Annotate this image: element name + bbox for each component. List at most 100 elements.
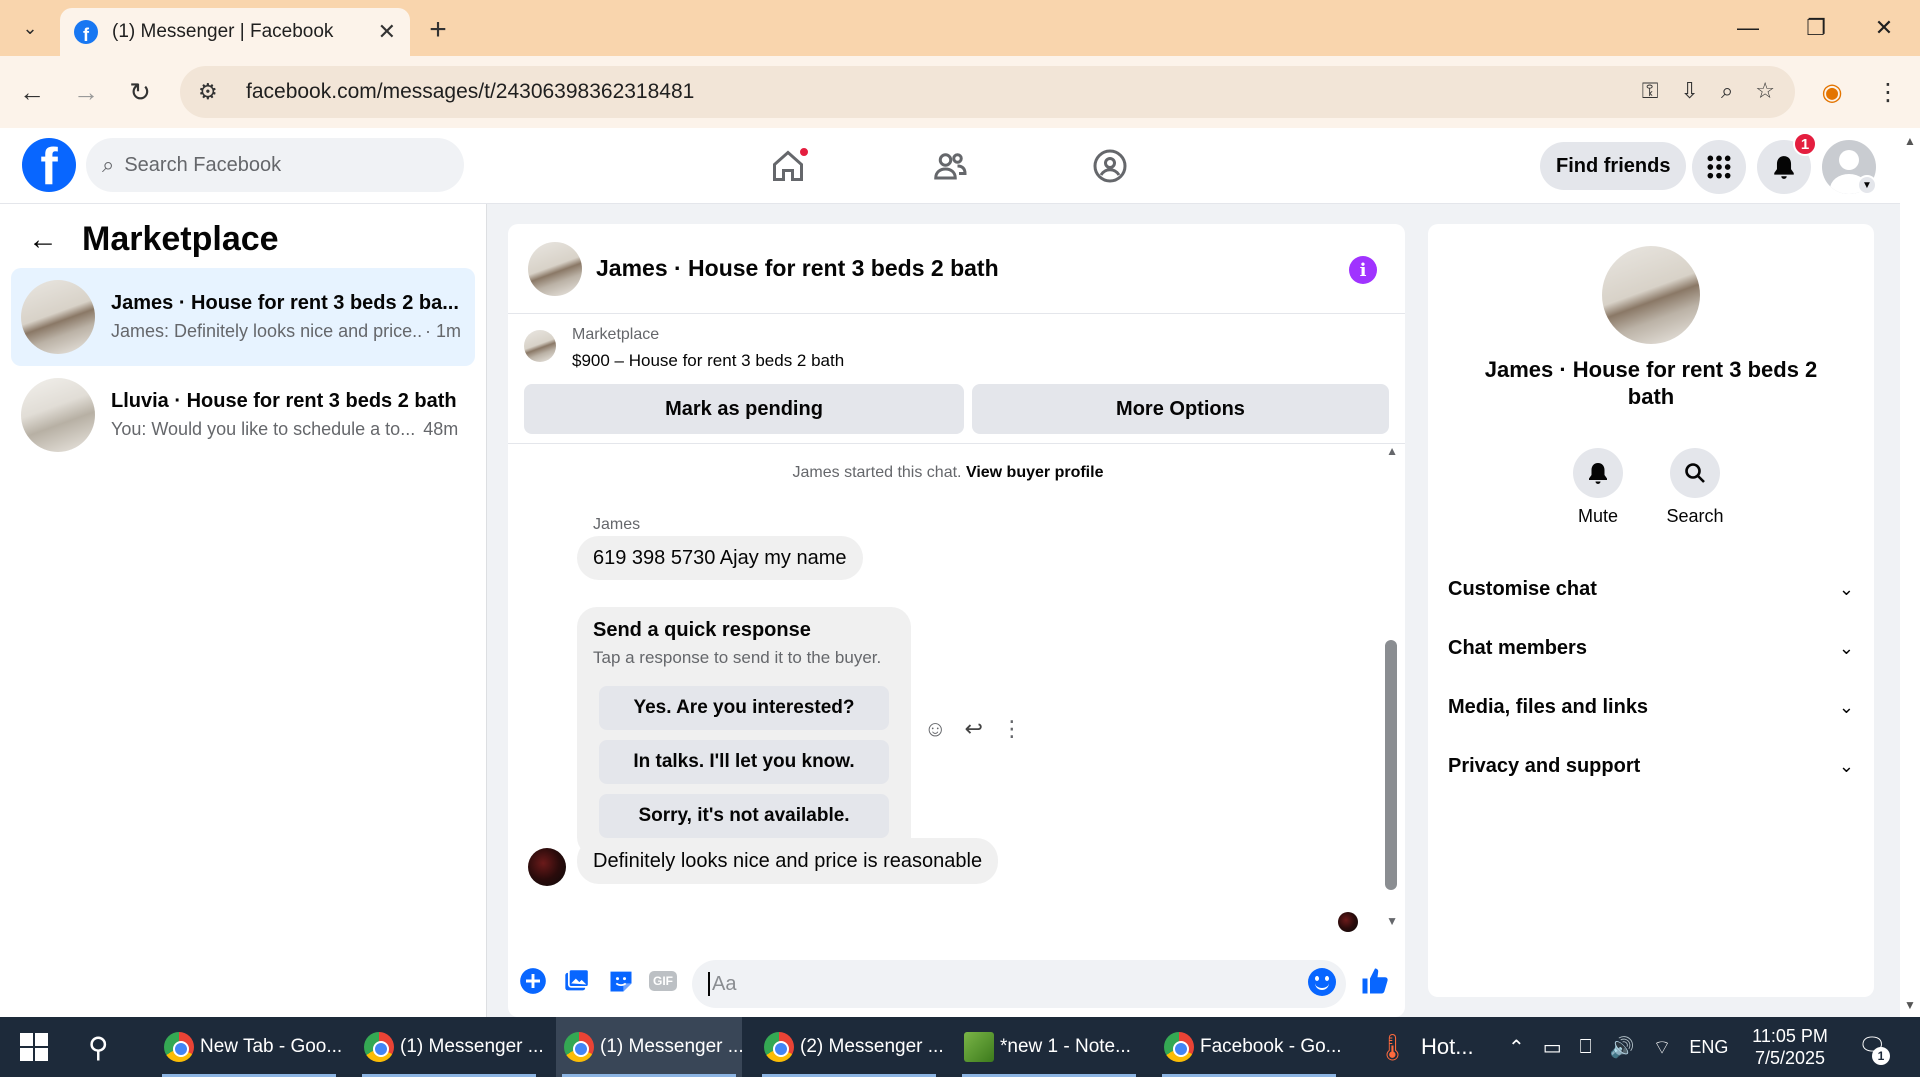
listing-title[interactable]: $900 – House for rent 3 beds 2 bath [572,351,844,371]
seen-indicator-avatar [1338,912,1358,932]
tab-search-chevron-icon[interactable]: ⌄ [10,10,50,46]
page-scrollbar[interactable]: ▲ ▼ [1900,128,1920,1017]
profile-icon[interactable]: ◉ [1812,72,1852,112]
scroll-up-arrow-icon[interactable]: ▲ [1386,444,1398,458]
quick-response-title: Send a quick response [593,619,811,641]
view-buyer-profile-link[interactable]: View buyer profile [966,464,1104,481]
chat-members-section[interactable]: Chat members ⌄ [1448,628,1854,668]
notifications-bell-icon[interactable]: 1 [1757,132,1817,194]
more-options-icon[interactable]: ⋮ [1001,716,1023,742]
show-hidden-icons-chevron-icon[interactable]: ⌃ [1508,1035,1525,1060]
browser-toolbar: ← → ↻ ⚙ facebook.com/messages/t/24306398… [0,56,1920,128]
language-indicator[interactable]: ENG [1689,1037,1728,1058]
message-input[interactable]: Aa [692,960,1346,1008]
home-nav-icon[interactable] [766,144,810,188]
scroll-down-arrow-icon[interactable]: ▼ [1386,914,1398,928]
quick-response-option[interactable]: Yes. Are you interested? [599,686,889,730]
privacy-support-section[interactable]: Privacy and support ⌄ [1448,746,1854,786]
listing-category: Marketplace [572,326,660,343]
quick-response-card: Send a quick response Tap a response to … [577,607,911,857]
thumbs-up-like-icon[interactable] [1360,966,1390,996]
customise-chat-section[interactable]: Customise chat ⌄ [1448,569,1854,609]
facebook-search-input[interactable]: ⌕ Search Facebook [86,138,464,192]
page-scroll-down-icon[interactable]: ▼ [1904,998,1916,1012]
media-files-links-section[interactable]: Media, files and links ⌄ [1448,687,1854,727]
taskbar-clock[interactable]: 11:05 PM 7/5/2025 [1740,1025,1840,1069]
quick-response-option[interactable]: Sorry, it's not available. [599,794,889,838]
restore-window-icon[interactable]: ❐ [1796,10,1836,46]
conversation-info-icon[interactable]: i [1349,256,1377,284]
chat-listing-avatar[interactable] [528,241,582,296]
taskbar-app-chrome-newtab[interactable]: New Tab - Goo... [156,1017,342,1077]
react-smiley-icon[interactable]: ☺ [924,716,946,742]
zoom-icon[interactable]: ⌕ [1721,78,1733,104]
quick-response-option[interactable]: In talks. I'll let you know. [599,740,889,784]
account-chevron-down-icon[interactable]: ▼ [1857,175,1877,195]
install-app-icon[interactable]: ⇩ [1681,78,1699,104]
groups-nav-icon[interactable] [1088,144,1132,188]
listing-banner: Marketplace $900 – House for rent 3 beds… [508,314,1405,444]
forward-arrow-icon[interactable]: → [66,72,106,112]
wifi-icon[interactable]: ⌔ [1653,1035,1672,1060]
mute-button[interactable]: Mute [1558,448,1638,527]
message-bubble[interactable]: 619 398 5730 Ajay my name [577,536,863,580]
browser-tab-active[interactable]: f (1) Messenger | Facebook ✕ [60,8,410,56]
action-center-icon[interactable]: 🗨 1 [1858,1033,1890,1065]
conversation-name: James · House for rent 3 beds 2 ba... [111,292,459,314]
chevron-down-icon: ⌄ [1838,637,1854,658]
reply-arrow-icon[interactable]: ↩ [964,716,982,742]
tab-title: (1) Messenger | Facebook [112,21,334,42]
emoji-icon[interactable] [1308,968,1336,996]
conversation-info-panel: James · House for rent 3 beds 2 bath Mut… [1428,224,1874,997]
chat-scrollbar[interactable] [1385,640,1397,890]
taskbar-app-messenger-1[interactable]: (1) Messenger ... [356,1017,542,1077]
facebook-logo[interactable]: f [22,138,76,192]
close-window-icon[interactable]: ✕ [1864,10,1904,46]
taskbar-search-icon[interactable]: ⚲ [88,1031,109,1064]
gif-icon[interactable]: GIF [648,966,678,996]
minimize-window-icon[interactable]: — [1728,10,1768,46]
notepad-icon [964,1032,994,1062]
reload-icon[interactable]: ↻ [120,72,160,112]
more-actions-plus-icon[interactable] [518,966,548,996]
address-bar[interactable]: ⚙ facebook.com/messages/t/24306398362318… [180,66,1795,118]
taskbar-app-notepad[interactable]: *new 1 - Note... [956,1017,1142,1077]
battery-icon[interactable]: ▭ [1543,1035,1562,1060]
password-key-icon[interactable]: ⚿ [1642,78,1659,104]
conversation-time: 48m [423,419,459,439]
chrome-icon [364,1032,394,1062]
sender-name: James [593,516,641,533]
chrome-menu-icon[interactable]: ⋮ [1868,72,1908,112]
tab-close-icon[interactable]: ✕ [378,19,396,45]
device-icon[interactable]: ⎕ [1580,1036,1592,1059]
search-in-conversation-button[interactable]: Search [1655,448,1735,527]
taskbar-app-messenger-2[interactable]: (1) Messenger ... [556,1017,742,1077]
bookmark-star-icon[interactable]: ☆ [1755,78,1775,104]
more-options-button[interactable]: More Options [972,384,1389,434]
listing-thumbnail[interactable] [524,330,556,362]
taskbar-app-messenger-3[interactable]: (2) Messenger ... [756,1017,942,1077]
message-bubble[interactable]: Definitely looks nice and price is reaso… [577,838,999,884]
attach-photo-icon[interactable] [562,966,592,996]
volume-icon[interactable]: 🔊 [1610,1035,1635,1060]
browser-tab-bar: ⌄ f (1) Messenger | Facebook ✕ + — ❐ ✕ [0,0,1920,56]
conversation-snippet: James: Definitely looks nice and price..… [111,321,423,341]
find-friends-button[interactable]: Find friends [1540,142,1687,190]
weather-widget[interactable]: 🌡 Hot... [1376,1017,1474,1077]
mark-as-pending-button[interactable]: Mark as pending [524,384,964,434]
back-arrow-icon[interactable]: ← [28,223,58,257]
sticker-icon[interactable] [606,966,636,996]
listing-avatar-large[interactable] [1602,246,1700,344]
page-scroll-up-icon[interactable]: ▲ [1904,134,1916,148]
sender-avatar[interactable] [528,848,566,886]
conversation-item-james[interactable]: James · House for rent 3 beds 2 ba... Ja… [11,268,475,366]
menu-grid-icon[interactable] [1692,140,1746,194]
new-tab-plus-icon[interactable]: + [420,12,456,48]
friends-nav-icon[interactable] [928,144,972,188]
conversation-item-lluvia[interactable]: Lluvia · House for rent 3 beds 2 bath Yo… [11,366,475,464]
back-arrow-icon[interactable]: ← [12,72,52,112]
chat-title[interactable]: James · House for rent 3 beds 2 bath [596,255,999,282]
site-settings-icon[interactable]: ⚙ [198,79,230,105]
windows-start-icon[interactable] [20,1033,48,1061]
taskbar-app-facebook-chrome[interactable]: Facebook - Go... [1156,1017,1342,1077]
